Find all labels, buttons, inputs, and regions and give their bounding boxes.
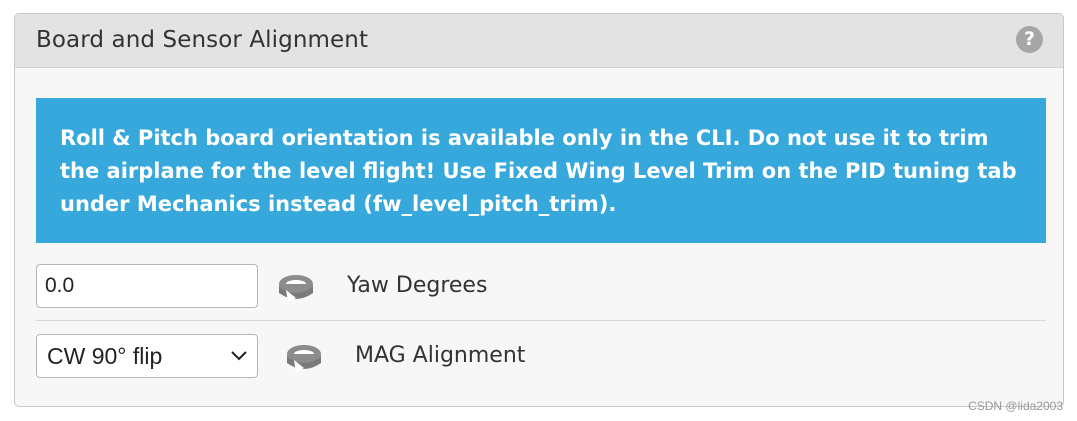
mag-alignment-selected: CW 90° flip [47,343,163,369]
board-sensor-alignment-panel: Board and Sensor Alignment ? Roll & Pitc… [14,13,1064,407]
info-notice: Roll & Pitch board orientation is availa… [36,98,1046,243]
help-question-icon[interactable]: ? [1016,26,1043,53]
yaw-degrees-input[interactable]: 0.0 [36,264,258,308]
mag-alignment-select[interactable]: CW 90° flip [36,334,258,378]
yaw-degrees-label: Yaw Degrees [347,273,488,298]
mag-row: CW 90° flip MAG Alignment [36,324,1046,390]
rotate-icon [287,345,321,372]
panel-title: Board and Sensor Alignment [36,27,369,53]
mag-alignment-label: MAG Alignment [355,343,526,368]
rotate-icon [279,275,313,302]
notice-text-end: ). [598,192,617,216]
watermark: CSDN @lida2003 [968,399,1063,413]
yaw-row: 0.0 Yaw Degrees [36,254,1046,321]
notice-code: fw_level_pitch_trim [373,192,599,216]
chevron-down-icon [231,351,247,361]
panel-header: Board and Sensor Alignment ? [15,14,1063,68]
